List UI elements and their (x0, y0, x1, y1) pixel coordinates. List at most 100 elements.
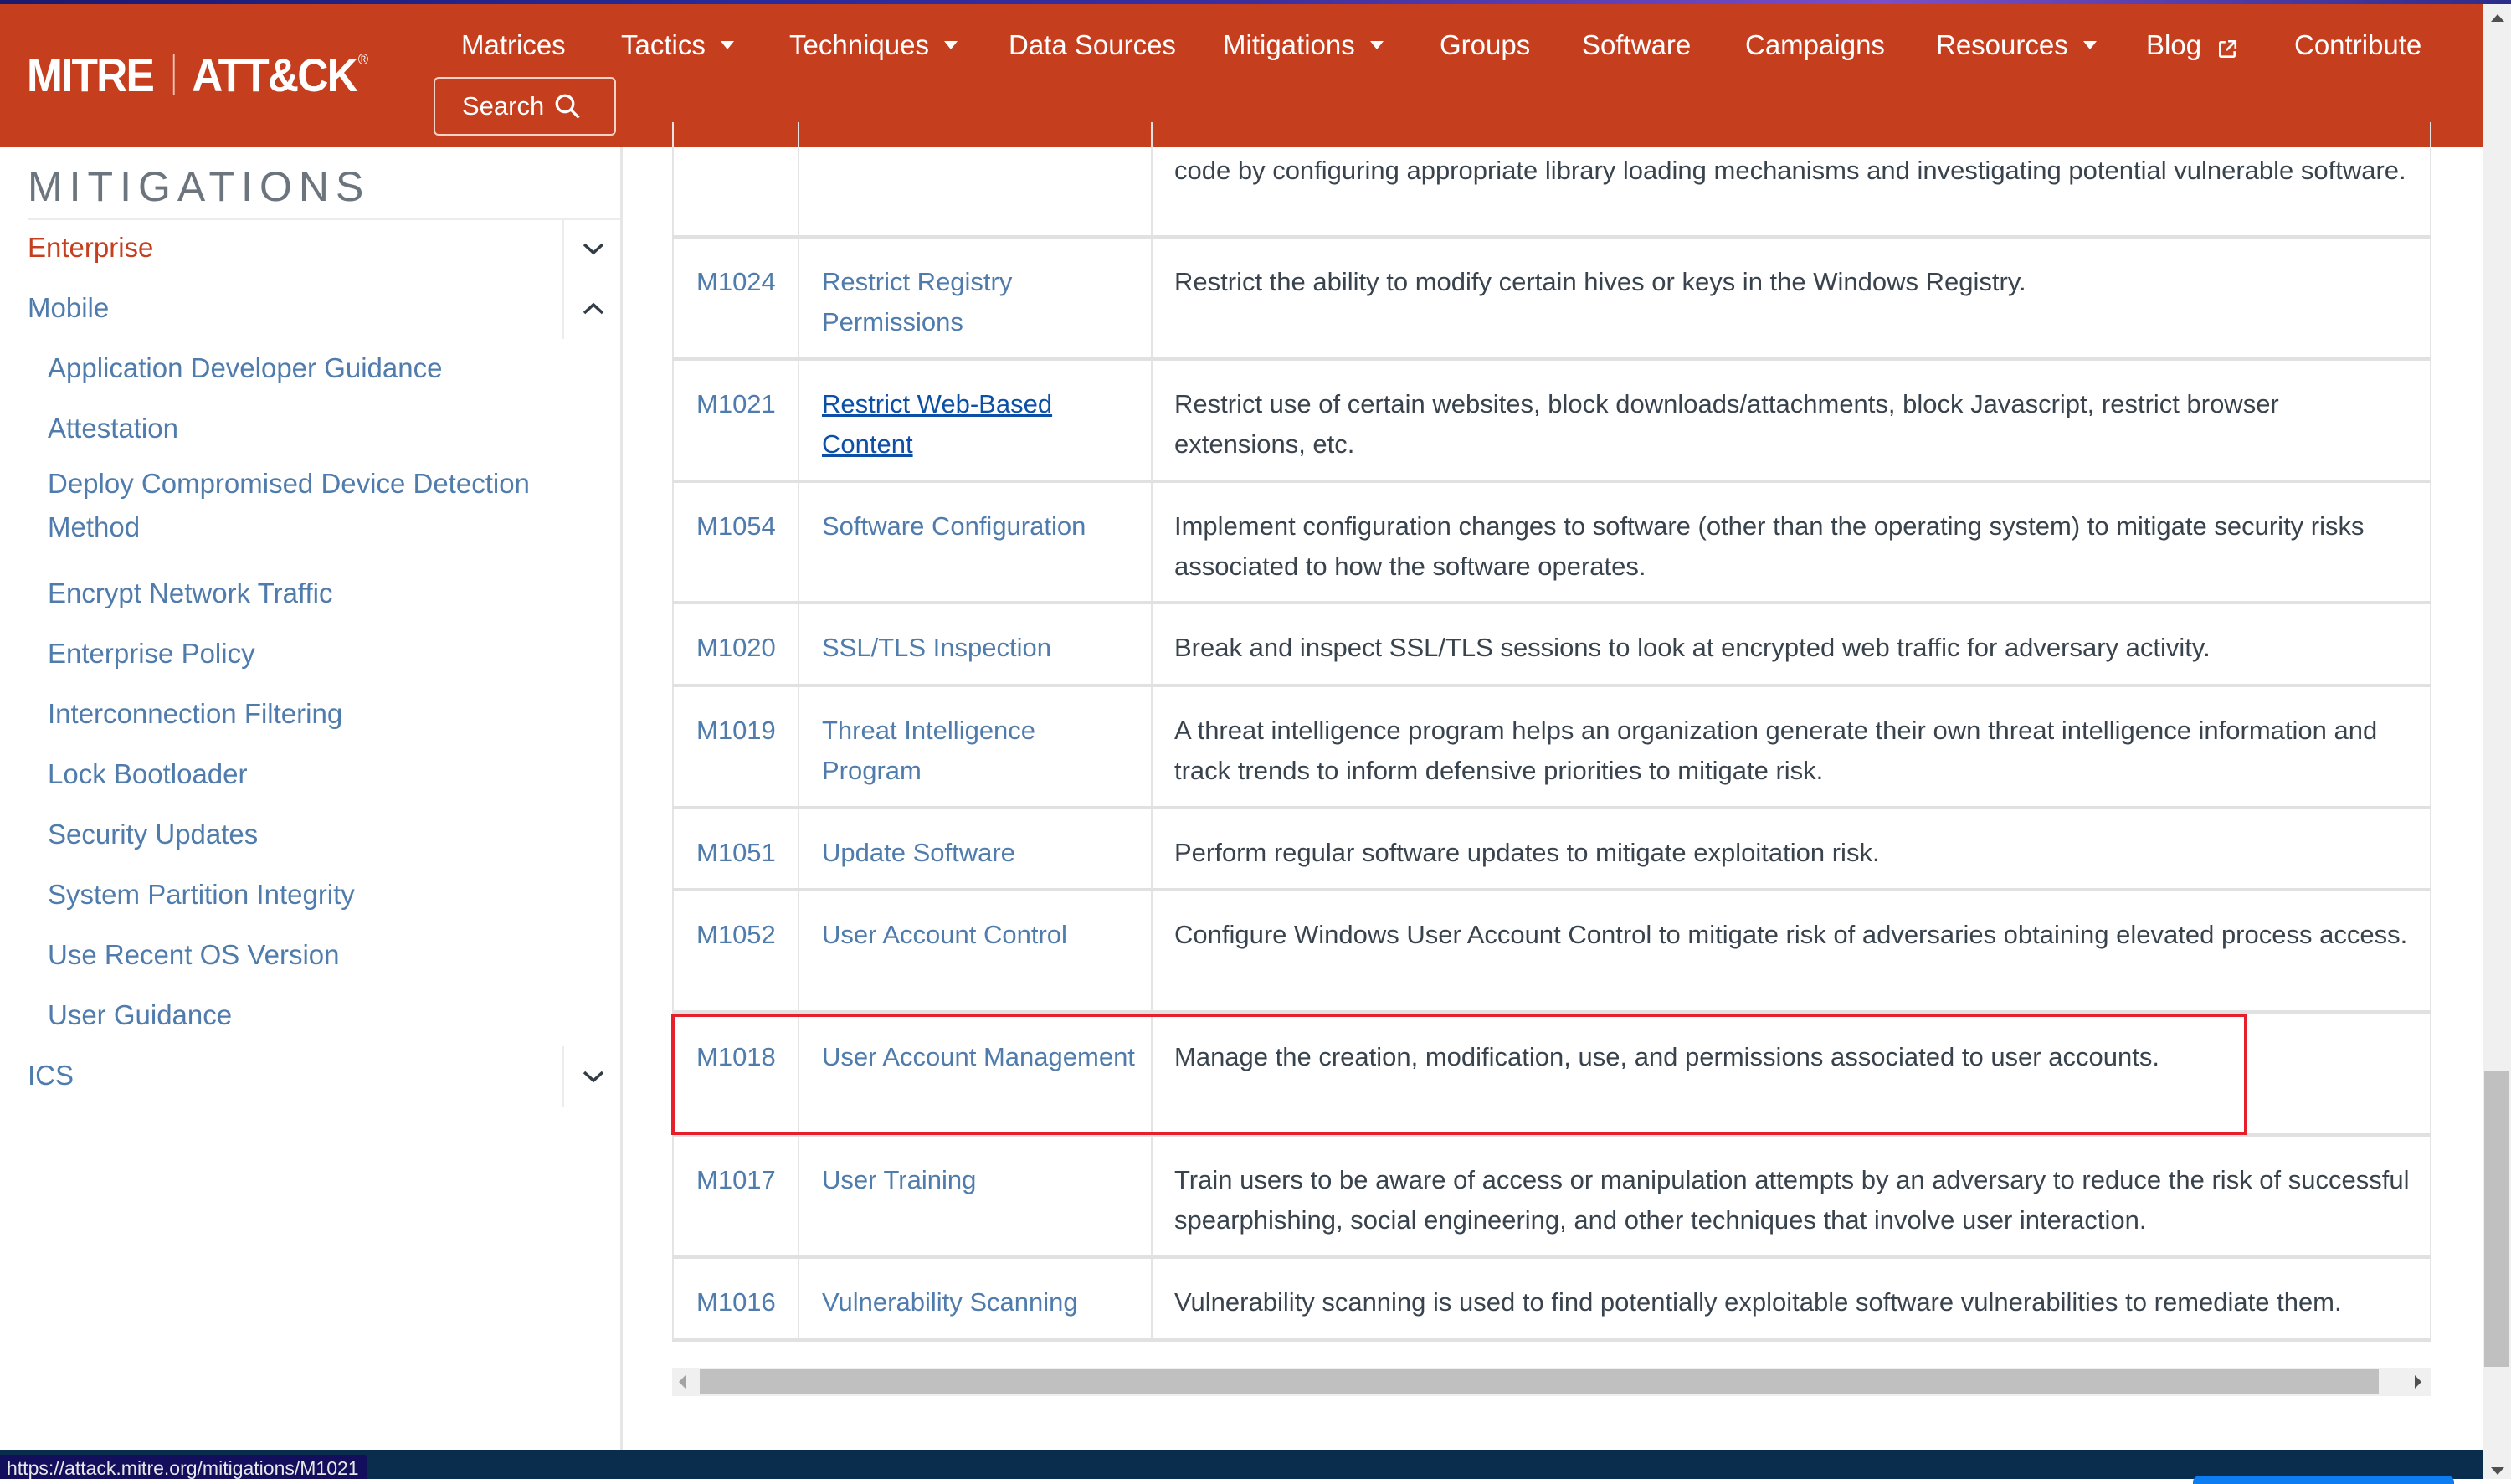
sidebar-item-enterprise[interactable]: Enterprise (28, 232, 153, 264)
mitigation-name-link[interactable]: Restrict Registry Permissions (822, 262, 1140, 342)
mitigation-id-link[interactable]: M1054 (696, 506, 776, 547)
nav-techniques[interactable]: Techniques (789, 29, 958, 61)
scroll-left-arrow-icon[interactable] (679, 1375, 686, 1389)
sidebar-item-lock-bootloader[interactable]: Lock Bootloader (48, 758, 248, 790)
mitigation-description: code by configuring appropriate library … (1174, 156, 2406, 185)
table-row: M1054 Software Configuration Implement c… (672, 483, 2431, 604)
table-row: M1017 User Training Train users to be aw… (672, 1137, 2431, 1259)
caret-down-icon (720, 41, 734, 49)
mitigation-description: Configure Windows User Account Control t… (1174, 920, 2408, 949)
mitigation-description: Restrict the ability to modify certain h… (1174, 267, 2026, 296)
id-cell (672, 122, 798, 235)
mitigation-id-link[interactable]: M1051 (696, 833, 776, 873)
mitigation-id-link[interactable]: M1024 (696, 262, 776, 302)
mitigation-description: Perform regular software updates to miti… (1174, 838, 1880, 867)
mitigation-name-link-hovered[interactable]: Restrict Web-Based Content (822, 384, 1140, 465)
search-icon (555, 94, 580, 119)
table-row: M1016 Vulnerability Scanning Vulnerabili… (672, 1259, 2431, 1342)
status-bar-url: https://attack.mitre.org/mitigations/M10… (0, 1455, 367, 1479)
sidebar-toggle-ics[interactable] (562, 1046, 623, 1107)
mitigation-id-link[interactable]: M1052 (696, 915, 776, 955)
caret-down-icon (1369, 41, 1384, 49)
table-row: M1024 Restrict Registry Permissions Rest… (672, 239, 2431, 361)
sidebar-toggle-enterprise[interactable] (562, 218, 623, 279)
nav-software[interactable]: Software (1582, 29, 1691, 61)
nav-label: Contribute (2294, 29, 2422, 60)
nav-campaigns[interactable]: Campaigns (1745, 29, 1885, 61)
sidebar-item-deploy-compromised-device-detection-method[interactable]: Deploy Compromised Device Detection Meth… (48, 462, 583, 549)
taskbar (0, 1450, 2483, 1479)
nav-resources[interactable]: Resources (1936, 29, 2097, 61)
sidebar-item-enterprise-policy[interactable]: Enterprise Policy (48, 638, 255, 670)
mitigation-description: Vulnerability scanning is used to find p… (1174, 1287, 2342, 1317)
sidebar-toggle-mobile[interactable] (562, 279, 623, 339)
table-row: M1052 User Account Control Configure Win… (672, 891, 2431, 1014)
mitigation-description: Break and inspect SSL/TLS sessions to lo… (1174, 633, 2211, 662)
mitigation-description: Manage the creation, modification, use, … (1174, 1042, 2159, 1071)
mitigation-description: Implement configuration changes to softw… (1174, 511, 2365, 581)
mitigation-name-link[interactable]: User Account Management (822, 1037, 1140, 1077)
vertical-scroll-thumb[interactable] (2484, 1071, 2509, 1367)
vertical-scrollbar[interactable] (2483, 4, 2511, 1479)
horizontal-scrollbar[interactable] (672, 1368, 2431, 1396)
scroll-up-arrow-icon[interactable] (2491, 14, 2504, 22)
sidebar-title: MITIGATIONS (28, 163, 371, 210)
mitigation-name-link[interactable]: Software Configuration (822, 506, 1140, 547)
mitigation-name-link[interactable]: User Account Control (822, 915, 1140, 955)
mitigation-name-link[interactable]: Threat Intelligence Program (822, 711, 1140, 791)
nav-contribute[interactable]: Contribute (2294, 29, 2421, 61)
sidebar-item-interconnection-filtering[interactable]: Interconnection Filtering (48, 698, 342, 730)
mitigation-id-link[interactable]: M1019 (696, 711, 776, 751)
nav-label: Software (1582, 29, 1692, 60)
nav-matrices[interactable]: Matrices (461, 29, 566, 61)
chevron-down-icon (583, 1071, 604, 1083)
nav-label: Mitigations (1223, 29, 1355, 60)
external-link-icon (2216, 35, 2237, 58)
nav-blog[interactable]: Blog (2146, 29, 2237, 61)
nav-label: Campaigns (1745, 29, 1885, 60)
sidebar-item-system-partition-integrity[interactable]: System Partition Integrity (48, 879, 355, 911)
mitigation-id-link[interactable]: M1017 (696, 1160, 776, 1200)
registered-mark: ® (357, 50, 368, 68)
nav-label: Tactics (621, 29, 706, 60)
sidebar-item-mobile[interactable]: Mobile (28, 292, 109, 324)
name-cell (798, 122, 1151, 235)
mitre-attack-logo[interactable]: MITRE ATT&CK ® (27, 48, 368, 101)
nav-tactics[interactable]: Tactics (621, 29, 734, 61)
mitigation-id-link[interactable]: M1021 (696, 384, 776, 424)
horizontal-scroll-thumb[interactable] (700, 1369, 2379, 1394)
mitigation-name-link[interactable]: Vulnerability Scanning (822, 1282, 1140, 1322)
mitigation-name-link[interactable]: Update Software (822, 833, 1140, 873)
search-button[interactable]: Search (434, 77, 616, 136)
sidebar-item-attestation[interactable]: Attestation (48, 413, 178, 444)
mitigation-id-link[interactable]: M1020 (696, 628, 776, 668)
nav-mitigations[interactable]: Mitigations (1223, 29, 1384, 61)
sidebar-item-security-updates[interactable]: Security Updates (48, 819, 258, 850)
nav-data-sources[interactable]: Data Sources (1009, 29, 1176, 61)
scroll-right-arrow-icon[interactable] (2415, 1375, 2421, 1389)
caret-down-icon (943, 41, 958, 49)
sidebar-item-user-guidance[interactable]: User Guidance (48, 999, 232, 1031)
sidebar-item-encrypt-network-traffic[interactable]: Encrypt Network Traffic (48, 578, 333, 609)
sidebar-item-use-recent-os-version[interactable]: Use Recent OS Version (48, 939, 340, 971)
sidebar: MITIGATIONS Enterprise Mobile Applicatio… (0, 147, 623, 1450)
nav-label: Matrices (461, 29, 566, 60)
mitigation-name-link[interactable]: User Training (822, 1160, 1140, 1200)
logo-attack: ATT&CK (192, 48, 358, 101)
mitigation-id-link[interactable]: M1016 (696, 1282, 776, 1322)
nav-label: Resources (1936, 29, 2068, 60)
nav-groups[interactable]: Groups (1440, 29, 1530, 61)
scroll-down-arrow-icon[interactable] (2491, 1467, 2504, 1475)
chevron-down-icon (583, 243, 604, 255)
nav-label: Groups (1440, 29, 1531, 60)
search-label: Search (462, 91, 545, 121)
mitigation-name-link[interactable]: SSL/TLS Inspection (822, 628, 1140, 668)
sidebar-item-application-developer-guidance[interactable]: Application Developer Guidance (48, 352, 442, 384)
caret-down-icon (2082, 41, 2097, 49)
sidebar-title-divider (28, 218, 620, 220)
nav-label: Data Sources (1009, 29, 1176, 60)
mitigation-id-link[interactable]: M1018 (696, 1037, 776, 1077)
taskbar-button[interactable] (2193, 1476, 2454, 1484)
table-row: M1051 Update Software Perform regular so… (672, 809, 2431, 891)
sidebar-item-ics[interactable]: ICS (28, 1060, 74, 1091)
